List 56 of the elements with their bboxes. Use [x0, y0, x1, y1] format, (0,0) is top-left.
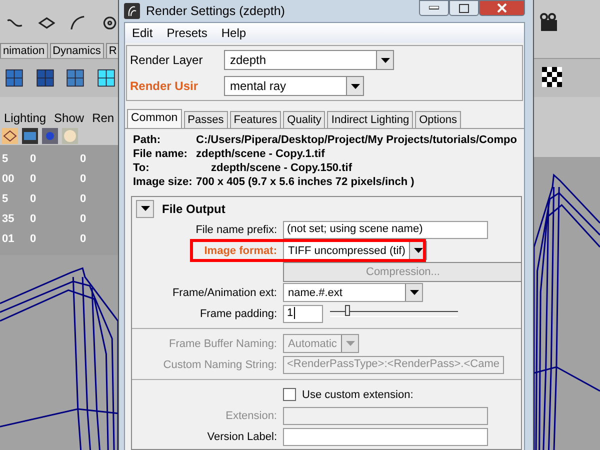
channel-value: 01	[2, 233, 16, 245]
channel-value: 0	[30, 233, 38, 245]
field-label: File name prefix:	[194, 224, 277, 236]
channel-value: 0	[30, 213, 38, 225]
text-field[interactable]: (not set; using scene name)	[283, 220, 488, 238]
channel-value: 0	[30, 153, 38, 165]
channel-value: 00	[2, 173, 16, 185]
field-label: Frame padding:	[198, 308, 277, 320]
channel-value: 0	[80, 173, 88, 185]
field-label: Frame/Animation ext:	[171, 286, 277, 298]
dropdown[interactable]: mental ray	[224, 76, 364, 96]
dropdown[interactable]: zdepth	[224, 50, 394, 70]
field-label: Version Label:	[206, 430, 277, 442]
channel-value: 0	[80, 233, 88, 245]
channel-value: 0	[80, 153, 88, 165]
info-value: zdepth/scene - Copy.1.tif	[196, 148, 326, 160]
channel-value: 0	[80, 193, 88, 205]
channel-value: 5	[2, 153, 10, 165]
field-label: Custom Naming String:	[162, 358, 277, 370]
shelf-tab[interactable]: R	[106, 43, 118, 58]
info-label: Path:	[133, 134, 162, 146]
info-value: zdepth/scene - Copy.150.tif	[210, 162, 353, 174]
channel-value: 35	[2, 213, 16, 225]
info-value: C:/Users/Pipera/Desktop/Project/My Projects/tutorials/Compo	[196, 134, 518, 146]
selector-label: Render Usir	[130, 79, 200, 93]
tab[interactable]: Common	[127, 109, 182, 128]
selector-label: Render Layer	[130, 53, 204, 67]
tab[interactable]: Passes	[184, 111, 228, 128]
info-value: 700 x 405 (9.7 x 5.6 inches 72 pixels/inch )	[196, 176, 416, 188]
tab[interactable]: Options	[415, 111, 461, 128]
dropdown[interactable]: name.#.ext	[283, 283, 423, 302]
panel-menu-item[interactable]: Show	[54, 111, 84, 125]
menu-item[interactable]: Presets	[166, 26, 208, 40]
text-field[interactable]: 1	[283, 304, 323, 322]
panel-menu-item[interactable]: Lighting	[4, 111, 46, 125]
shelf-tab[interactable]: Dynamics	[50, 43, 104, 58]
channel-value: 0	[30, 193, 38, 205]
window-title: Render Settings (zdepth)	[146, 4, 286, 18]
tab[interactable]: Quality	[283, 111, 326, 128]
checkbox-label: Use custom extension:	[302, 388, 414, 400]
info-label: File name:	[133, 148, 188, 160]
panel-menu-item[interactable]: Ren	[92, 111, 114, 125]
field-label: Image format:	[203, 244, 277, 256]
channel-value: 0	[30, 173, 38, 185]
menu-item[interactable]: Edit	[131, 26, 154, 40]
info-label: To:	[133, 162, 150, 174]
info-label: Image size:	[133, 176, 194, 188]
tab[interactable]: Features	[230, 111, 282, 128]
menu-item[interactable]: Help	[220, 26, 248, 40]
channel-value: 5	[2, 193, 10, 205]
tab[interactable]: Indirect Lighting	[327, 111, 414, 128]
channel-value: 0	[80, 213, 88, 225]
field-label: Frame Buffer Naming:	[168, 338, 277, 350]
field-label: Extension:	[224, 410, 277, 422]
section-title: File Output	[162, 202, 226, 216]
shelf-tab[interactable]: nimation	[0, 43, 48, 58]
